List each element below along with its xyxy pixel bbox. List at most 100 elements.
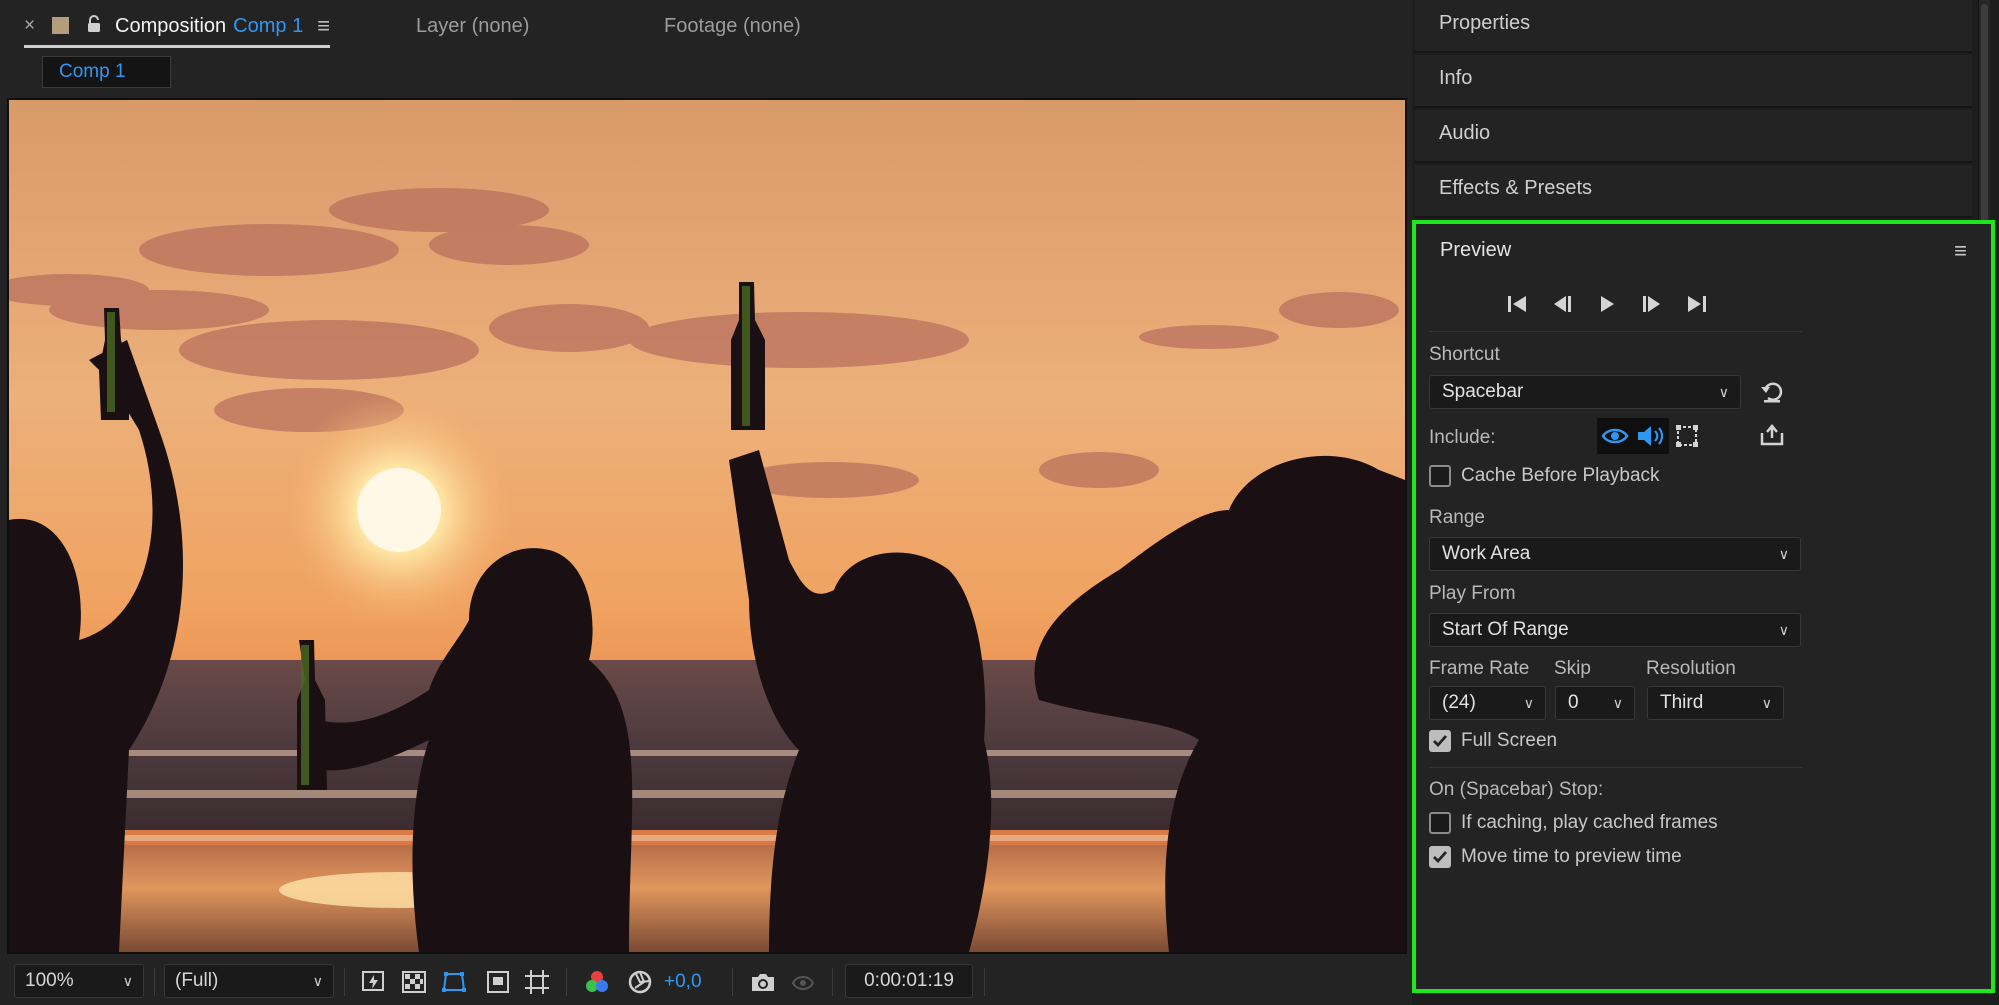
preview-resolution-dropdown[interactable]: Third ∨ bbox=[1647, 686, 1784, 720]
current-time-display[interactable]: 0:00:01:19 bbox=[845, 964, 973, 998]
composition-tab-name: Comp 1 bbox=[233, 15, 304, 37]
toolbar-separator bbox=[566, 968, 567, 996]
skip-dropdown[interactable]: 0 ∨ bbox=[1555, 686, 1635, 720]
play-from-label: Play From bbox=[1429, 583, 1516, 604]
include-label: Include: bbox=[1429, 427, 1496, 448]
full-screen-checkbox[interactable]: Full Screen bbox=[1429, 730, 1557, 752]
reset-shortcut-icon[interactable] bbox=[1756, 376, 1788, 408]
preview-panel: Preview ≡ Shortcut Spacebar ∨ Include: C… bbox=[1412, 220, 1995, 993]
zoom-value: 100% bbox=[25, 970, 74, 991]
move-time-checkbox[interactable]: Move time to preview time bbox=[1429, 846, 1682, 868]
grid-guide-options-icon[interactable] bbox=[522, 967, 552, 997]
close-tab-icon[interactable]: × bbox=[24, 12, 44, 40]
properties-panel-header[interactable]: Properties bbox=[1415, 0, 1972, 53]
label-color-swatch[interactable] bbox=[52, 17, 69, 34]
checkbox-box[interactable] bbox=[1429, 812, 1451, 834]
composition-viewer[interactable] bbox=[7, 98, 1407, 954]
chevron-down-icon: ∨ bbox=[1778, 622, 1789, 638]
export-icon[interactable] bbox=[1756, 419, 1788, 451]
resolution-label: Resolution bbox=[1646, 658, 1736, 679]
tab-footage[interactable]: Footage (none) bbox=[664, 12, 801, 40]
audio-panel-header[interactable]: Audio bbox=[1415, 110, 1972, 163]
chevron-down-icon: ∨ bbox=[122, 973, 133, 989]
camera-snapshot-icon[interactable] bbox=[748, 967, 778, 997]
composition-panel: × Composition Comp 1 ≡ Layer (none) Foot… bbox=[0, 0, 1412, 1005]
region-of-interest-icon[interactable] bbox=[483, 967, 513, 997]
tab-composition[interactable]: × Composition Comp 1 ≡ bbox=[24, 12, 331, 48]
section-divider bbox=[1429, 331, 1802, 332]
last-frame-icon[interactable] bbox=[1685, 292, 1709, 316]
playback-controls bbox=[1505, 292, 1709, 316]
effects-presets-label: Effects & Presets bbox=[1439, 177, 1593, 199]
panel-menu-icon[interactable]: ≡ bbox=[1954, 238, 1967, 264]
if-caching-label: If caching, play cached frames bbox=[1461, 812, 1718, 833]
chevron-down-icon: ∨ bbox=[1778, 546, 1789, 562]
reset-exposure-icon[interactable] bbox=[625, 967, 655, 997]
include-toggle-group bbox=[1597, 418, 1742, 454]
zoom-dropdown[interactable]: 100% ∨ bbox=[14, 964, 144, 998]
range-dropdown[interactable]: Work Area ∨ bbox=[1429, 537, 1801, 571]
transparency-grid-icon[interactable] bbox=[399, 967, 429, 997]
move-time-label: Move time to preview time bbox=[1461, 846, 1682, 867]
include-overlays-toggle[interactable] bbox=[1669, 418, 1705, 454]
color-channels-icon[interactable] bbox=[582, 967, 612, 997]
tab-layer[interactable]: Layer (none) bbox=[416, 12, 529, 40]
properties-label: Properties bbox=[1439, 12, 1531, 34]
show-snapshot-icon[interactable] bbox=[788, 967, 818, 997]
cache-before-playback-label: Cache Before Playback bbox=[1461, 465, 1660, 486]
previous-frame-icon[interactable] bbox=[1550, 292, 1574, 316]
section-divider bbox=[1429, 767, 1802, 768]
checkbox-box[interactable] bbox=[1429, 730, 1451, 752]
checkbox-box[interactable] bbox=[1429, 465, 1451, 487]
speaker-icon bbox=[1638, 426, 1664, 446]
toolbar-separator bbox=[984, 968, 985, 996]
effects-presets-panel-header[interactable]: Effects & Presets bbox=[1415, 165, 1972, 218]
toolbar-separator bbox=[732, 968, 733, 996]
beach-sunset-image bbox=[9, 100, 1405, 952]
frame-rate-dropdown[interactable]: (24) ∨ bbox=[1429, 686, 1546, 720]
shortcut-value: Spacebar bbox=[1442, 381, 1524, 402]
resolution-dropdown[interactable]: (Full) ∨ bbox=[164, 964, 334, 998]
eye-icon bbox=[1601, 428, 1629, 444]
skip-label: Skip bbox=[1554, 658, 1591, 679]
chevron-down-icon: ∨ bbox=[1612, 695, 1623, 711]
on-stop-label: On (Spacebar) Stop: bbox=[1429, 779, 1604, 800]
chevron-down-icon: ∨ bbox=[1718, 384, 1729, 400]
first-frame-icon[interactable] bbox=[1505, 292, 1529, 316]
exposure-value[interactable]: +0,0 bbox=[664, 968, 702, 996]
play-from-dropdown[interactable]: Start Of Range ∨ bbox=[1429, 613, 1801, 647]
skip-value: 0 bbox=[1568, 692, 1579, 713]
include-video-toggle[interactable] bbox=[1597, 418, 1633, 454]
composition-navigator-chip[interactable]: Comp 1 bbox=[42, 56, 171, 88]
fast-previews-icon[interactable] bbox=[359, 967, 389, 997]
cache-before-playback-checkbox[interactable]: Cache Before Playback bbox=[1429, 465, 1660, 487]
frame-rate-value: (24) bbox=[1442, 692, 1476, 713]
shortcut-dropdown[interactable]: Spacebar ∨ bbox=[1429, 375, 1741, 409]
chevron-down-icon: ∨ bbox=[1761, 695, 1772, 711]
composition-tab-label: Composition bbox=[115, 15, 227, 37]
overlay-bounds-icon bbox=[1676, 425, 1698, 447]
range-label: Range bbox=[1429, 507, 1485, 528]
play-icon[interactable] bbox=[1595, 292, 1619, 316]
preview-resolution-value: Third bbox=[1660, 692, 1704, 713]
info-label: Info bbox=[1439, 67, 1473, 89]
full-screen-label: Full Screen bbox=[1461, 730, 1558, 751]
chevron-down-icon: ∨ bbox=[1523, 695, 1534, 711]
composition-tab-bar: × Composition Comp 1 ≡ Layer (none) Foot… bbox=[0, 0, 1412, 54]
resolution-value: (Full) bbox=[175, 970, 219, 991]
toolbar-separator bbox=[154, 968, 155, 996]
info-panel-header[interactable]: Info bbox=[1415, 55, 1972, 108]
shortcut-label: Shortcut bbox=[1429, 344, 1500, 365]
play-from-value: Start Of Range bbox=[1442, 619, 1569, 640]
next-frame-icon[interactable] bbox=[1640, 292, 1664, 316]
mask-path-visibility-icon[interactable] bbox=[439, 967, 469, 997]
panel-menu-icon[interactable]: ≡ bbox=[317, 12, 330, 40]
checkbox-box[interactable] bbox=[1429, 846, 1451, 868]
toolbar-separator bbox=[832, 968, 833, 996]
lock-icon[interactable] bbox=[85, 14, 103, 34]
include-audio-toggle[interactable] bbox=[1633, 418, 1669, 454]
if-caching-checkbox[interactable]: If caching, play cached frames bbox=[1429, 812, 1718, 834]
frame-rate-label: Frame Rate bbox=[1429, 658, 1530, 679]
preview-title: Preview bbox=[1440, 239, 1512, 261]
range-value: Work Area bbox=[1442, 543, 1531, 564]
